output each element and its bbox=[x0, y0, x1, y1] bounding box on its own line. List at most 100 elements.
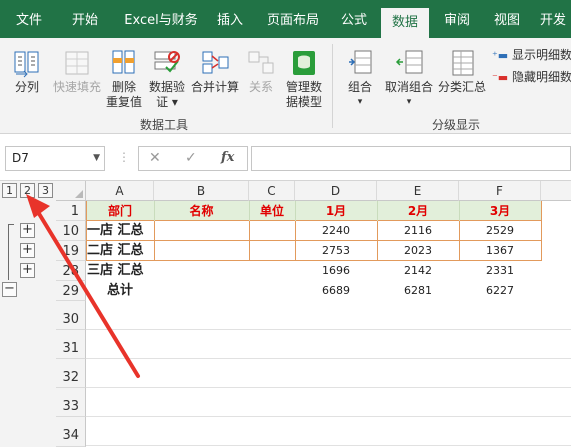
data-validation-icon bbox=[152, 48, 182, 78]
data-validation-label-2: 证 ▾ bbox=[156, 95, 178, 109]
tab-review[interactable]: 审阅 bbox=[437, 0, 477, 38]
cell-e29[interactable]: 6281 bbox=[377, 281, 459, 301]
relationships-icon bbox=[246, 48, 276, 78]
cell-a10[interactable]: 一店 汇总 bbox=[86, 221, 154, 241]
formula-input[interactable] bbox=[251, 146, 571, 171]
tab-insert[interactable]: 插入 bbox=[208, 0, 252, 38]
cell-a29[interactable]: 总计 bbox=[86, 281, 154, 301]
outline-group-label: 分级显示 bbox=[432, 118, 481, 132]
hide-detail-label: 隐藏明细数 bbox=[512, 70, 571, 84]
row-header-10[interactable]: 10 bbox=[56, 221, 86, 241]
cell-f10[interactable]: 2529 bbox=[459, 221, 541, 241]
row-header-34[interactable]: 34 bbox=[56, 417, 86, 447]
name-box[interactable]: D7 ▼ bbox=[5, 146, 105, 171]
column-header-e[interactable]: E bbox=[377, 181, 459, 201]
formula-bar-splitter[interactable]: ⋮ bbox=[118, 150, 130, 164]
ribbon-tab-bar: 文件 开始 Excel与财务 插入 页面布局 公式 数据 审阅 视图 开发 bbox=[0, 0, 571, 38]
cell-e28[interactable]: 2142 bbox=[377, 261, 459, 281]
flash-fill-button[interactable]: 快速填充 bbox=[50, 48, 104, 95]
tab-view[interactable]: 视图 bbox=[487, 0, 527, 38]
tab-file[interactable]: 文件 bbox=[6, 0, 52, 38]
show-detail-button[interactable]: ⁺▬ 显示明细数 bbox=[492, 46, 571, 63]
group-separator bbox=[332, 44, 333, 128]
cell-d10[interactable]: 2240 bbox=[295, 221, 377, 241]
outline-level-2-button[interactable]: 2 bbox=[20, 183, 35, 198]
insert-function-icon[interactable]: fx bbox=[221, 150, 234, 165]
outline-level-1-button[interactable]: 1 bbox=[2, 183, 17, 198]
outline-level-3-button[interactable]: 3 bbox=[38, 183, 53, 198]
ribbon-data-panel: 分列 快速填充 删除 重复值 数据验 证 ▾ 合并计算 关系 管理数 据模型 数… bbox=[0, 38, 571, 134]
data-tools-group-label: 数据工具 bbox=[140, 118, 189, 132]
column-header-a[interactable]: A bbox=[86, 181, 154, 201]
column-header-b[interactable]: B bbox=[154, 181, 249, 201]
manage-data-model-button[interactable]: 管理数 据模型 bbox=[282, 48, 326, 110]
cell-d28[interactable]: 1696 bbox=[295, 261, 377, 281]
row-header-33[interactable]: 33 bbox=[56, 388, 86, 417]
outline-pane: 1 2 3 + + + − bbox=[0, 181, 56, 447]
empty-grid[interactable] bbox=[86, 301, 571, 447]
relationships-label: 关系 bbox=[248, 80, 273, 94]
collapse-row-29-button[interactable]: − bbox=[2, 282, 17, 297]
expand-row-28-button[interactable]: + bbox=[20, 263, 35, 278]
ungroup-button[interactable]: 取消组合 ▾ bbox=[382, 48, 436, 110]
row-header-29[interactable]: 29 bbox=[56, 281, 86, 301]
tab-developer[interactable]: 开发 bbox=[535, 0, 571, 38]
remove-duplicates-label-1: 删除 bbox=[111, 80, 136, 94]
minus-icon: − bbox=[4, 281, 15, 296]
header-divider bbox=[377, 201, 378, 221]
column-header-f[interactable]: F bbox=[459, 181, 541, 201]
tab-home[interactable]: 开始 bbox=[60, 0, 110, 38]
row-header-19[interactable]: 19 bbox=[56, 241, 86, 261]
row-header-28[interactable]: 28 bbox=[56, 261, 86, 281]
cancel-icon[interactable]: ✕ bbox=[149, 150, 161, 166]
data-validation-button[interactable]: 数据验 证 ▾ bbox=[146, 48, 188, 110]
cell-d19[interactable]: 2753 bbox=[295, 241, 377, 261]
row-header-1[interactable]: 1 bbox=[56, 201, 86, 221]
manage-data-model-label-1: 管理数 bbox=[285, 80, 322, 94]
text-to-columns-button[interactable]: 分列 bbox=[6, 48, 48, 95]
header-divider bbox=[459, 201, 460, 221]
group-button[interactable]: 组合 ▾ bbox=[342, 48, 378, 110]
show-detail-icon: ⁺▬ bbox=[492, 49, 509, 62]
remove-duplicates-icon bbox=[109, 48, 139, 78]
cell-a19[interactable]: 二店 汇总 bbox=[86, 241, 154, 261]
column-header-c[interactable]: C bbox=[249, 181, 295, 201]
cell-e10[interactable]: 2116 bbox=[377, 221, 459, 241]
ungroup-label: 取消组合 bbox=[384, 80, 433, 94]
group-label: 组合 bbox=[347, 80, 372, 94]
expand-row-10-button[interactable]: + bbox=[20, 223, 35, 238]
tab-formulas[interactable]: 公式 bbox=[332, 0, 376, 38]
show-detail-label: 显示明细数 bbox=[512, 48, 571, 62]
relationships-button[interactable]: 关系 bbox=[242, 48, 280, 95]
tab-data[interactable]: 数据 bbox=[381, 8, 429, 38]
consolidate-button[interactable]: 合并计算 bbox=[190, 48, 240, 95]
col-divider bbox=[249, 221, 250, 261]
cell-f19[interactable]: 1367 bbox=[459, 241, 541, 261]
group-dropdown-arrow: ▾ bbox=[357, 97, 363, 107]
remove-duplicates-button[interactable]: 删除 重复值 bbox=[104, 48, 144, 110]
subtotal-label: 分类汇总 bbox=[437, 80, 486, 94]
row-header-31[interactable]: 31 bbox=[56, 330, 86, 359]
tab-page-layout[interactable]: 页面布局 bbox=[260, 0, 326, 38]
outline-bracket-top bbox=[8, 224, 14, 225]
enter-icon[interactable]: ✓ bbox=[185, 150, 197, 166]
ungroup-dropdown-arrow: ▾ bbox=[406, 97, 412, 107]
plus-icon: + bbox=[22, 242, 33, 257]
column-header-g[interactable] bbox=[541, 181, 571, 201]
tab-excel-finance[interactable]: Excel与财务 bbox=[116, 0, 206, 38]
name-box-value: D7 bbox=[12, 151, 29, 165]
select-all-corner[interactable] bbox=[56, 181, 86, 201]
plus-icon: + bbox=[22, 222, 33, 237]
expand-row-19-button[interactable]: + bbox=[20, 243, 35, 258]
cell-f28[interactable]: 2331 bbox=[459, 261, 541, 281]
row-header-32[interactable]: 32 bbox=[56, 359, 86, 388]
cell-f29[interactable]: 6227 bbox=[459, 281, 541, 301]
column-header-d[interactable]: D bbox=[295, 181, 377, 201]
hide-detail-button[interactable]: ⁻▬ 隐藏明细数 bbox=[492, 68, 571, 85]
cell-e19[interactable]: 2023 bbox=[377, 241, 459, 261]
formula-controls: ✕ ✓ fx bbox=[138, 146, 248, 171]
row-header-30[interactable]: 30 bbox=[56, 301, 86, 330]
cell-a28[interactable]: 三店 汇总 bbox=[86, 261, 154, 281]
subtotal-button[interactable]: 分类汇总 bbox=[436, 48, 488, 95]
cell-d29[interactable]: 6689 bbox=[295, 281, 377, 301]
